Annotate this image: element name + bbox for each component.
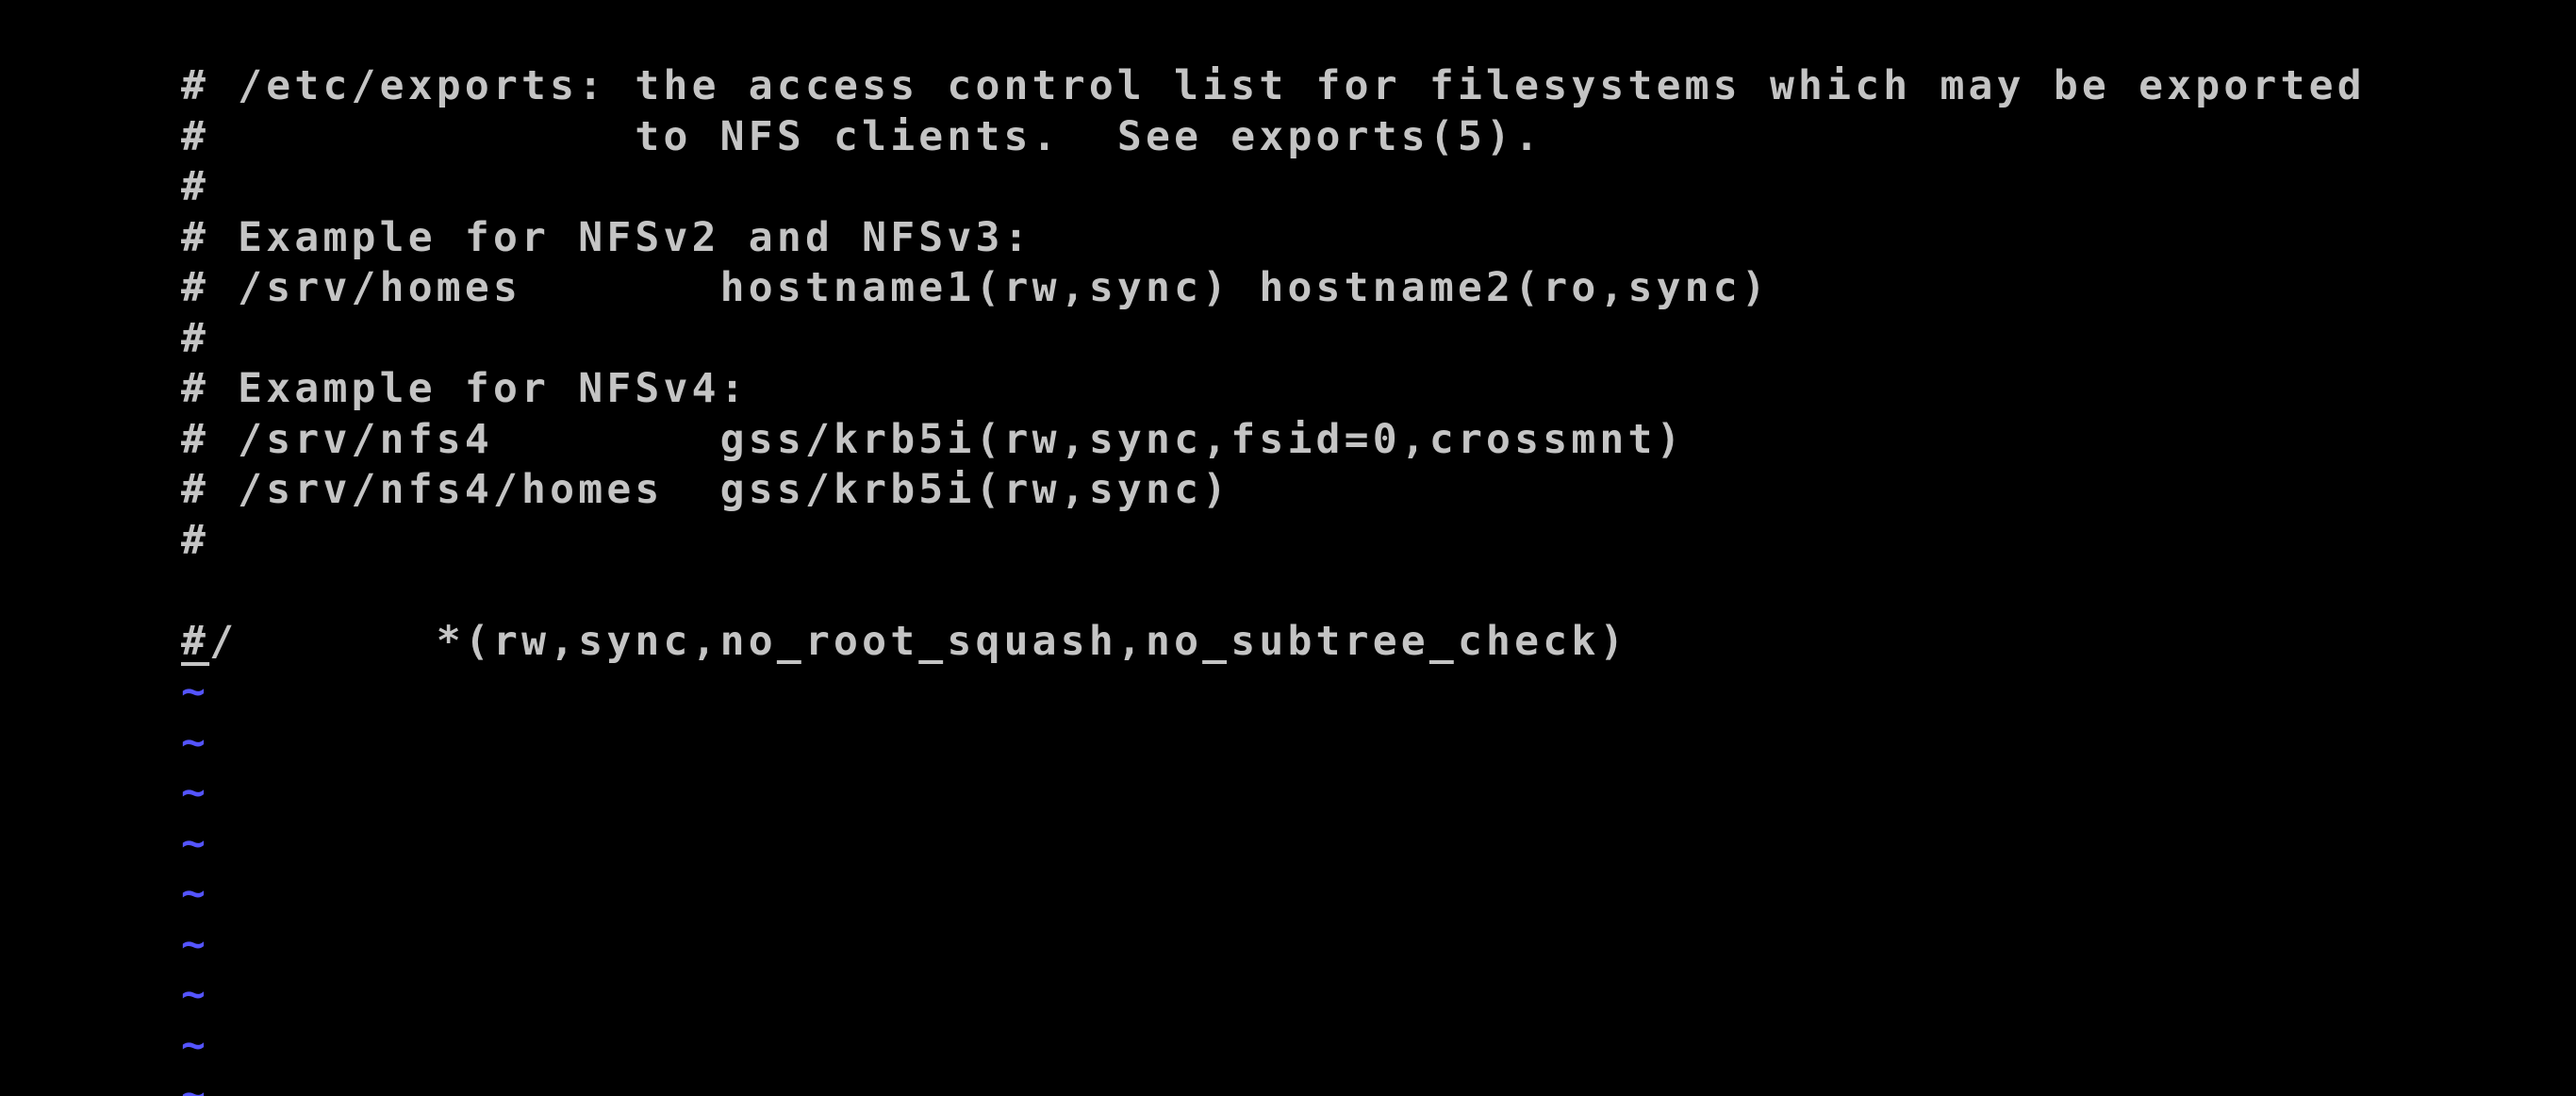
empty-line-tilde: ~: [181, 1021, 210, 1069]
buffer-line: # /srv/nfs4/homes gss/krb5i(rw,sync): [181, 466, 1231, 513]
empty-line-tilde: ~: [181, 1071, 210, 1096]
buffer-line: # /srv/homes hostname1(rw,sync) hostname…: [181, 264, 1770, 311]
cursor-line[interactable]: #/ *(rw,sync,no_root_squash,no_subtree_c…: [181, 617, 2366, 668]
empty-line-tilde: ~: [181, 769, 210, 816]
empty-lines: ~ ~ ~ ~ ~ ~ ~ ~ ~: [181, 667, 2366, 1096]
empty-line-tilde: ~: [181, 819, 210, 867]
buffer-line: #: [181, 516, 210, 564]
terminal-screen[interactable]: # /etc/exports: the access control list …: [0, 0, 2576, 1096]
empty-line-tilde: ~: [181, 971, 210, 1018]
buffer-line: # to NFS clients. See exports(5).: [181, 112, 1544, 160]
buffer-line: #: [181, 163, 210, 210]
buffer-line: # Example for NFSv2 and NFSv3:: [181, 213, 1032, 261]
empty-line-tilde: ~: [181, 920, 210, 968]
empty-line-tilde: ~: [181, 668, 210, 715]
vim-buffer[interactable]: # /etc/exports: the access control list …: [181, 61, 2366, 1096]
buffer-line: # Example for NFSv4:: [181, 365, 749, 412]
cursor-line-text: / *(rw,sync,no_root_squash,no_subtree_ch…: [209, 617, 1628, 665]
buffer-line: [181, 566, 2366, 617]
buffer-line: #: [181, 314, 210, 362]
text-cursor: #: [181, 617, 210, 665]
empty-line-tilde: ~: [181, 870, 210, 917]
buffer-line: # /srv/nfs4 gss/krb5i(rw,sync,fsid=0,cro…: [181, 415, 1685, 463]
empty-line-tilde: ~: [181, 718, 210, 766]
buffer-line: # /etc/exports: the access control list …: [181, 62, 2366, 109]
